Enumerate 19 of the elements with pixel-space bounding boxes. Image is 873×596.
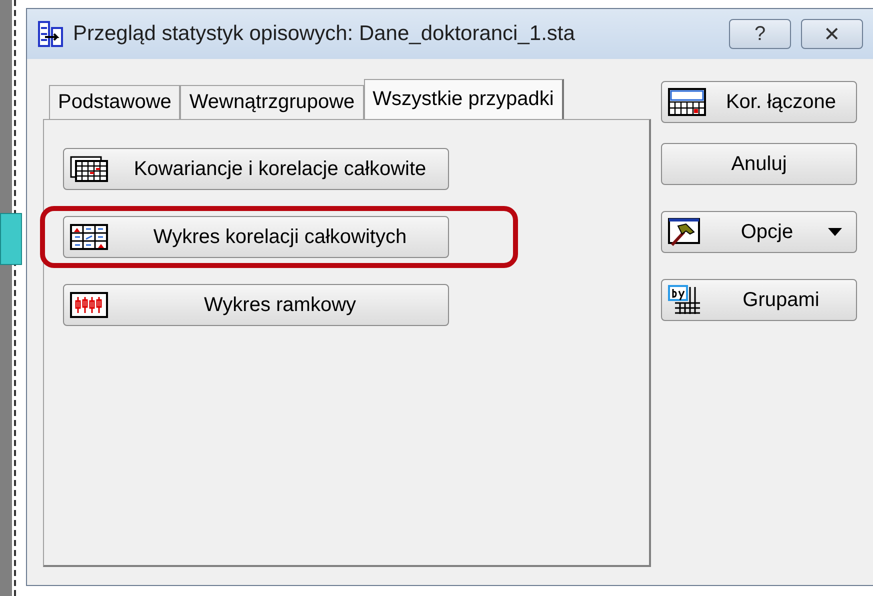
side-button[interactable]: Grupami [661, 279, 857, 321]
action-button[interactable]: Wykres ramkowy [63, 284, 449, 326]
box-plot-icon [70, 292, 108, 318]
side-button[interactable]: Kor. łączone [661, 81, 857, 123]
side-marker [0, 213, 22, 265]
tab[interactable]: Wszystkie przypadki [364, 79, 564, 119]
table-icon [70, 156, 108, 182]
side-button[interactable]: Anuluj [661, 143, 857, 185]
tab[interactable]: Podstawowe [49, 85, 180, 119]
window-title: Przegląd statystyk opisowych: Dane_doktoranci_1.sta [73, 22, 576, 46]
close-button[interactable]: ✕ [801, 19, 863, 49]
side-button[interactable]: Opcje [661, 211, 857, 253]
action-button[interactable]: Kowariancje i korelacje całkowite [63, 148, 449, 190]
action-button[interactable]: Wykres korelacji całkowitych [63, 216, 449, 258]
matrix-icon [70, 224, 108, 250]
grid-icon [668, 88, 706, 116]
help-button[interactable]: ? [729, 19, 791, 49]
tab[interactable]: Wewnątrzgrupowe [180, 85, 364, 119]
app-icon [37, 20, 65, 48]
